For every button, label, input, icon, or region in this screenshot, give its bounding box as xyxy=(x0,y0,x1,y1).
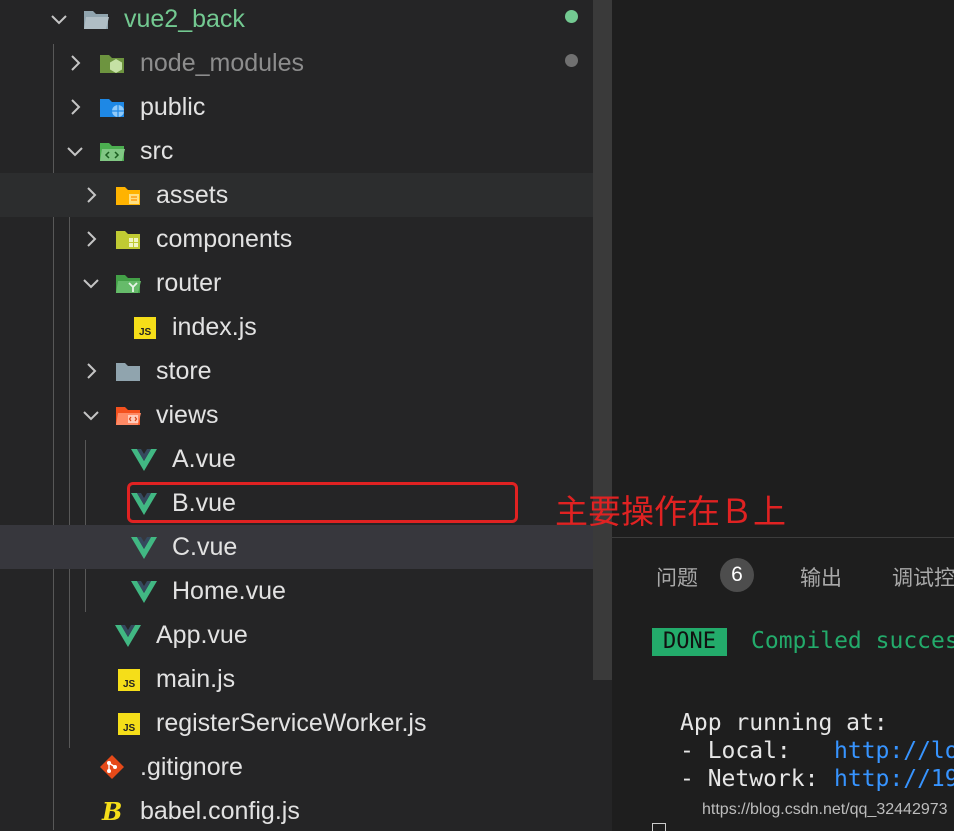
chevron-down-icon[interactable] xyxy=(80,272,102,294)
tree-item-label: store xyxy=(156,357,212,385)
public-folder-icon xyxy=(98,94,126,120)
tree-item-label: public xyxy=(140,93,206,121)
tree-item-register-service-worker-js[interactable]: JS registerServiceWorker.js xyxy=(0,701,612,745)
bottom-panel: 问题 6 输出 调试控 DONE Compiled succes App run… xyxy=(612,537,954,831)
svg-text:B: B xyxy=(101,798,122,824)
explorer-scrollbar[interactable] xyxy=(593,0,612,680)
tree-item-assets[interactable]: assets xyxy=(0,173,612,217)
local-label: - Local: xyxy=(680,738,791,764)
js-file-icon: JS xyxy=(114,666,142,692)
app-running-text: App running at: xyxy=(680,710,888,736)
svg-text:JS: JS xyxy=(123,679,136,690)
done-badge: DONE xyxy=(652,628,727,656)
tree-item-store[interactable]: store xyxy=(0,349,612,393)
problems-count-badge: 6 xyxy=(720,558,754,592)
vue-file-icon xyxy=(130,446,158,472)
babel-file-icon: B xyxy=(98,798,126,824)
tree-item-components[interactable]: components xyxy=(0,217,612,261)
tree-item-c-vue[interactable]: C.vue xyxy=(0,525,612,569)
chevron-right-icon[interactable] xyxy=(80,228,102,250)
folder-open-icon xyxy=(82,6,110,32)
router-folder-icon xyxy=(114,270,142,296)
tree-item-views[interactable]: views xyxy=(0,393,612,437)
compiled-message: Compiled succes xyxy=(751,628,954,654)
components-folder-icon xyxy=(114,226,142,252)
tree-item-label: views xyxy=(156,401,219,429)
ignored-dot xyxy=(565,54,578,67)
views-folder-icon xyxy=(114,402,142,428)
vue-file-icon xyxy=(130,534,158,560)
watermark: https://blog.csdn.net/qq_32442973 xyxy=(702,801,948,818)
tree-item-src[interactable]: src xyxy=(0,129,612,173)
tab-debug-console[interactable]: 调试控 xyxy=(892,562,954,592)
git-file-icon xyxy=(98,754,126,780)
tree-item-label: vue2_back xyxy=(124,5,245,33)
annotation-text: 主要操作在Ｂ上 xyxy=(555,492,786,531)
local-url-link[interactable]: http://lo xyxy=(834,738,954,764)
tree-item-label: A.vue xyxy=(172,445,236,473)
chevron-right-icon[interactable] xyxy=(80,360,102,382)
node-folder-icon xyxy=(98,50,126,76)
tree-item-public[interactable]: public xyxy=(0,85,612,129)
tree-item-label: assets xyxy=(156,181,229,209)
store-folder-icon xyxy=(114,358,142,384)
src-folder-icon xyxy=(98,138,126,164)
js-file-icon: JS xyxy=(114,710,142,736)
tree-item-home-vue[interactable]: Home.vue xyxy=(0,569,612,613)
svg-text:JS: JS xyxy=(123,723,136,734)
js-file-icon: JS xyxy=(130,314,158,340)
tree-item-index-js[interactable]: JS index.js xyxy=(0,305,612,349)
tab-problems[interactable]: 问题 xyxy=(656,562,698,592)
network-url-link[interactable]: http://19 xyxy=(834,766,954,792)
chevron-down-icon[interactable] xyxy=(64,140,86,162)
tree-item-app-vue[interactable]: App.vue xyxy=(0,613,612,657)
chevron-right-icon[interactable] xyxy=(80,184,102,206)
tree-item-vue2-back[interactable]: vue2_back xyxy=(0,0,612,41)
editor-area xyxy=(612,0,954,537)
tree-item-a-vue[interactable]: A.vue xyxy=(0,437,612,481)
tree-item-label: index.js xyxy=(172,313,257,341)
tree-item-label: C.vue xyxy=(172,533,238,561)
tree-item-label: registerServiceWorker.js xyxy=(156,709,427,737)
git-modified-dot xyxy=(565,10,578,23)
vue-file-icon xyxy=(130,578,158,604)
svg-text:JS: JS xyxy=(139,327,152,338)
tree-item-router[interactable]: router xyxy=(0,261,612,305)
tab-output[interactable]: 输出 xyxy=(800,562,842,592)
chevron-down-icon[interactable] xyxy=(80,404,102,426)
tree-item-label: components xyxy=(156,225,293,253)
highlight-box xyxy=(127,482,518,523)
tree-item-label: node_modules xyxy=(140,49,305,77)
tree-item-babel-config-js[interactable]: B babel.config.js xyxy=(0,789,612,830)
tree-item-label: babel.config.js xyxy=(140,797,300,825)
tree-item-label: src xyxy=(140,137,174,165)
chevron-down-icon[interactable] xyxy=(48,8,70,30)
network-label: - Network: xyxy=(680,766,819,792)
explorer-sidebar: vue2_back node_modules public src assets… xyxy=(0,0,612,830)
tree-item-label: main.js xyxy=(156,665,236,693)
tree-item-label: .gitignore xyxy=(140,753,243,781)
assets-folder-icon xyxy=(114,182,142,208)
chevron-right-icon[interactable] xyxy=(64,52,86,74)
tree-item-main-js[interactable]: JS main.js xyxy=(0,657,612,701)
vue-file-icon xyxy=(114,622,142,648)
tree-item-label: App.vue xyxy=(156,621,248,649)
tree-item-gitignore[interactable]: .gitignore xyxy=(0,745,612,789)
tree-item-label: router xyxy=(156,269,222,297)
tree-item-label: Home.vue xyxy=(172,577,286,605)
tree-item-node-modules[interactable]: node_modules xyxy=(0,41,612,85)
chevron-right-icon[interactable] xyxy=(64,96,86,118)
